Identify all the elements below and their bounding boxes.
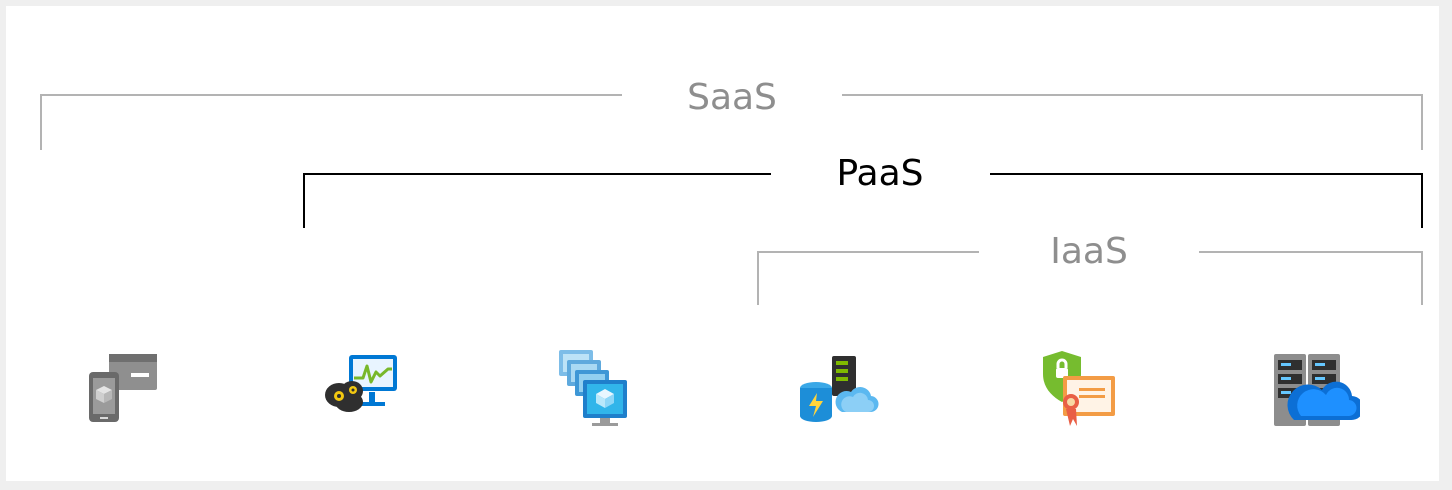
iaas-bracket-left-vertical bbox=[757, 251, 759, 305]
paas-label: PaaS bbox=[836, 153, 924, 194]
paas-bracket-left-vertical bbox=[303, 173, 305, 228]
paas-bracket-right-vertical bbox=[1421, 173, 1423, 228]
iaas-label: IaaS bbox=[1050, 231, 1128, 272]
saas-label: SaaS bbox=[687, 77, 777, 118]
saas-bracket-left-vertical bbox=[40, 94, 42, 150]
security-certificate-icon bbox=[1035, 344, 1125, 434]
monitoring-gear-icon bbox=[319, 346, 409, 436]
diagram-panel: SaaS PaaS IaaS bbox=[6, 6, 1439, 481]
mobile-app-icon bbox=[81, 346, 171, 436]
paas-bracket-right-horizontal bbox=[990, 173, 1423, 175]
virtual-machines-icon bbox=[555, 344, 645, 434]
saas-bracket-left-horizontal bbox=[40, 94, 622, 96]
iaas-bracket-right-vertical bbox=[1421, 251, 1423, 305]
saas-bracket-right-horizontal bbox=[842, 94, 1423, 96]
iaas-bracket-right-horizontal bbox=[1199, 251, 1423, 253]
iaas-bracket-left-horizontal bbox=[757, 251, 979, 253]
server-cloud-icon bbox=[1270, 346, 1360, 436]
database-cloud-icon bbox=[792, 346, 882, 436]
paas-bracket-left-horizontal bbox=[303, 173, 771, 175]
saas-bracket-right-vertical bbox=[1421, 94, 1423, 150]
diagram-frame: SaaS PaaS IaaS bbox=[0, 0, 1452, 490]
